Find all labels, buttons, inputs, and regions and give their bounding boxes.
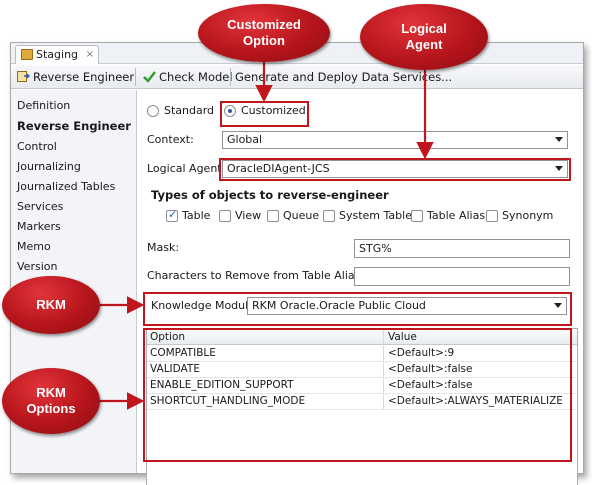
logical-agent-label: Logical Agent: <box>147 162 226 175</box>
table-checkbox[interactable] <box>166 208 178 222</box>
generate-deploy-button[interactable]: Generate and Deploy Data Services... <box>235 68 452 86</box>
sidebar-item-definition[interactable]: Definition <box>17 99 70 112</box>
sidebar-item-services[interactable]: Services <box>17 200 63 213</box>
chars-remove-input[interactable] <box>354 267 570 286</box>
reverse-engineer-icon <box>17 71 30 82</box>
queue-checkbox[interactable] <box>267 210 279 222</box>
mask-input[interactable]: STG% <box>354 239 570 258</box>
table-alias-checkbox[interactable] <box>411 210 423 222</box>
standard-label: Standard <box>164 104 215 117</box>
synonym-checkbox-label: Synonym <box>502 209 554 222</box>
callout-logical-agent: Logical Agent <box>360 4 488 70</box>
context-label: Context: <box>147 133 194 146</box>
rkm-options-highlight-box <box>143 328 572 462</box>
tab-label: Staging <box>36 48 79 61</box>
view-checkbox[interactable] <box>219 210 231 222</box>
logical-agent-highlight-box <box>219 158 571 181</box>
callout-text: Customized <box>227 17 301 32</box>
toolbar: Reverse Engineer Check Model Generate an… <box>11 65 583 89</box>
reverse-engineer-label: Reverse Engineer <box>33 70 135 84</box>
sidebar-item-control[interactable]: Control <box>17 140 57 153</box>
callout-text: Logical <box>401 21 447 36</box>
sidebar-item-version[interactable]: Version <box>17 260 57 273</box>
table-checkbox-label: Table <box>182 209 211 222</box>
queue-checkbox-label: Queue <box>283 209 320 222</box>
knowledge-module-highlight-box <box>143 292 572 326</box>
types-heading: Types of objects to reverse-engineer <box>151 188 389 202</box>
close-icon[interactable]: × <box>86 46 94 63</box>
toolbar-divider <box>135 68 136 86</box>
table-alias-checkbox-label: Table Alias <box>427 209 486 222</box>
system-table-checkbox-label: System Table <box>339 209 412 222</box>
synonym-checkbox[interactable] <box>486 210 498 222</box>
sidebar-item-reverse-engineer[interactable]: Reverse Engineer <box>17 119 131 133</box>
callout-text: Options <box>26 401 76 416</box>
callout-customized-option: Customized Option <box>198 4 330 62</box>
callout-text: RKM <box>36 297 66 312</box>
callout-rkm: RKM <box>2 276 100 334</box>
sidebar-item-memo[interactable]: Memo <box>17 240 51 253</box>
check-model-label: Check Model <box>159 70 233 84</box>
chars-remove-label: Characters to Remove from Table Alias: <box>147 269 365 282</box>
sidebar-item-journalized-tables[interactable]: Journalized Tables <box>17 180 115 193</box>
callout-text: Agent <box>405 37 443 52</box>
customized-highlight-box <box>220 101 309 127</box>
model-icon <box>21 49 33 60</box>
callout-rkm-options: RKM Options <box>2 368 100 434</box>
toolbar-divider <box>230 68 231 86</box>
sidebar-item-journalizing[interactable]: Journalizing <box>17 160 81 173</box>
mask-label: Mask: <box>147 241 180 254</box>
reverse-engineer-button[interactable]: Reverse Engineer <box>15 68 134 86</box>
context-select[interactable]: Global <box>222 131 568 149</box>
dropdown-arrow-icon <box>555 137 563 142</box>
callout-text: Option <box>243 33 285 48</box>
system-table-checkbox[interactable] <box>323 210 335 222</box>
tab-staging[interactable]: Staging × <box>15 45 99 64</box>
context-value: Global <box>227 133 263 146</box>
generate-deploy-label: Generate and Deploy Data Services... <box>235 70 453 84</box>
check-model-button[interactable]: Check Model <box>141 68 233 86</box>
check-icon <box>143 71 156 83</box>
view-checkbox-label: View <box>235 209 262 222</box>
sidebar-item-markers[interactable]: Markers <box>17 220 61 233</box>
callout-text: RKM <box>36 385 66 400</box>
standard-radio[interactable] <box>147 105 159 117</box>
